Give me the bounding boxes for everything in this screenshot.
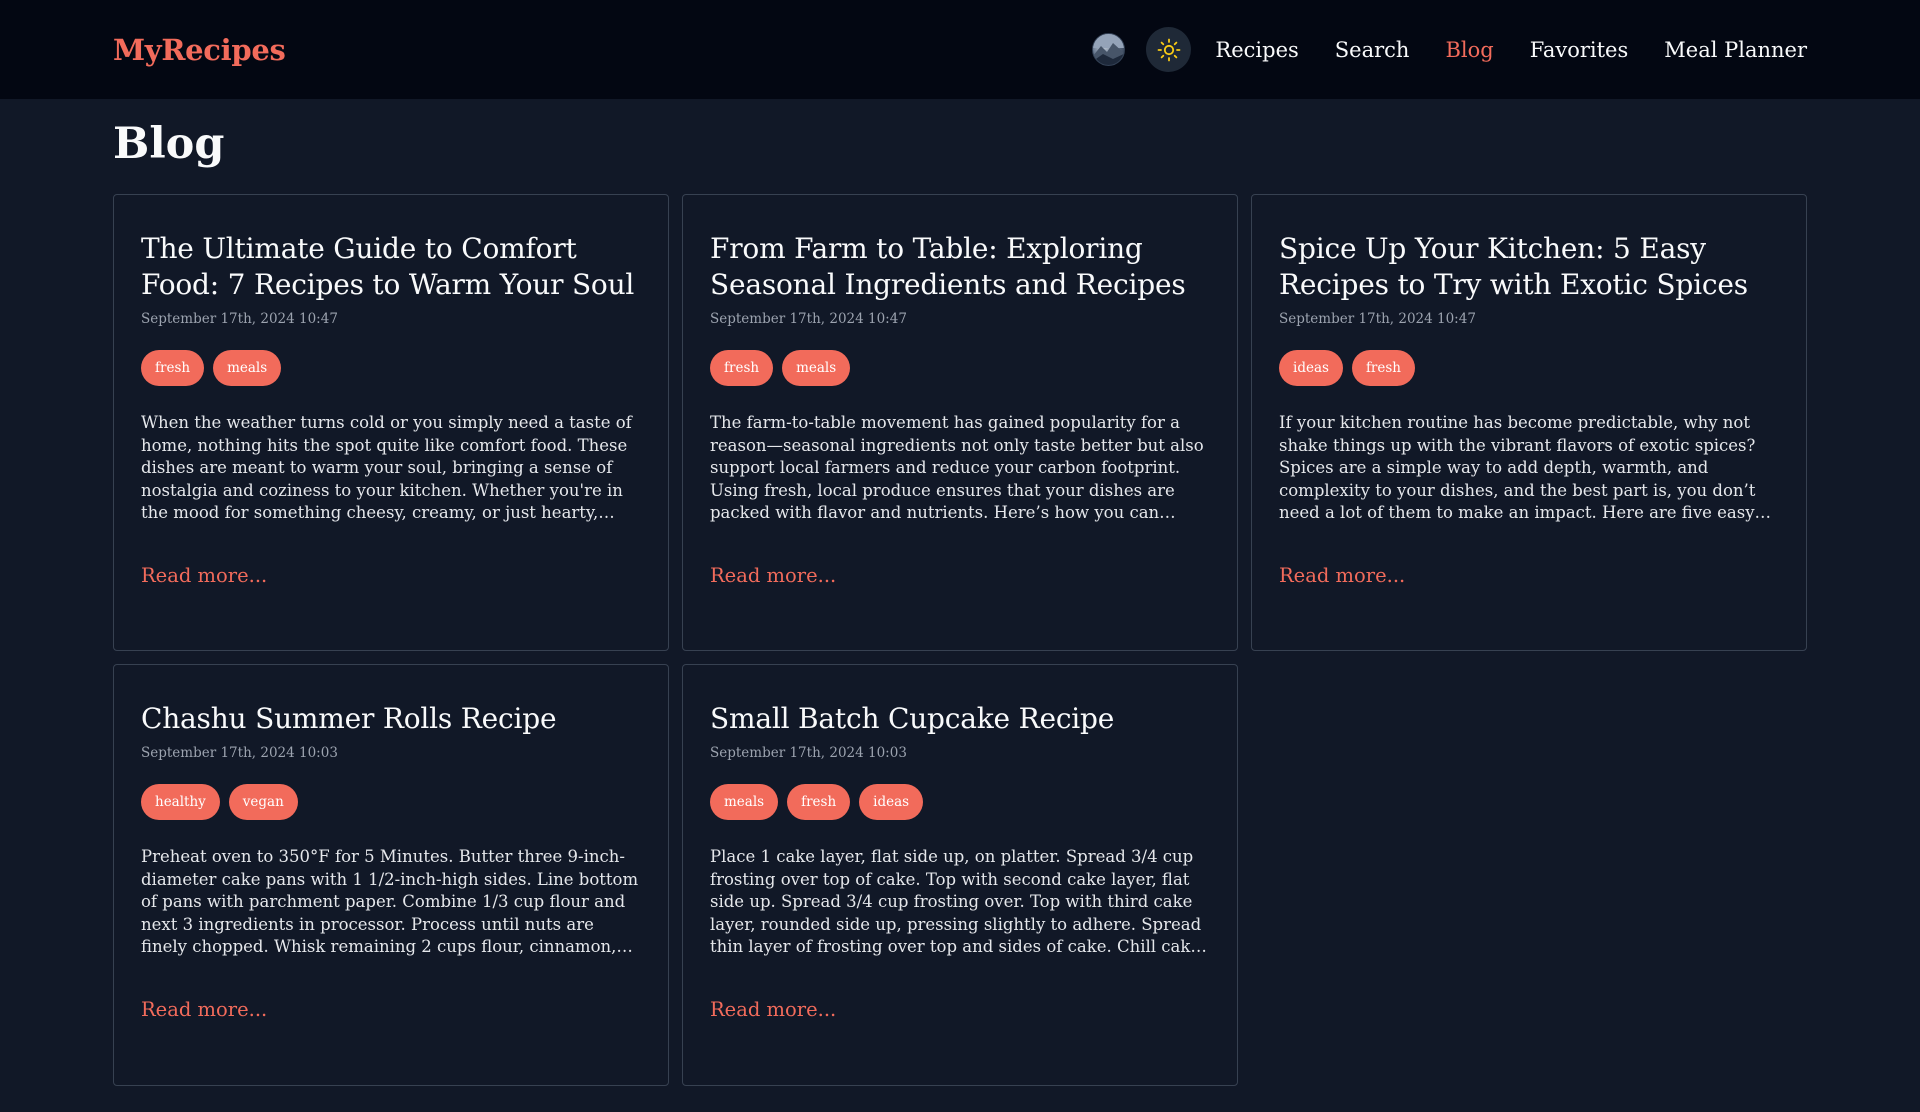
top-navbar: MyRecipes Recipes Search Blog Favorites … — [0, 0, 1920, 99]
read-more-link[interactable]: Read more... — [710, 564, 836, 587]
tag-badge[interactable]: fresh — [141, 350, 205, 386]
tag-badge[interactable]: ideas — [859, 784, 924, 820]
page-title: Blog — [113, 119, 225, 169]
post-tags: fresh meals — [710, 350, 1210, 386]
post-title[interactable]: Spice Up Your Kitchen: 5 Easy Recipes to… — [1279, 231, 1779, 303]
blog-card: From Farm to Table: Exploring Seasonal I… — [682, 194, 1238, 651]
post-excerpt: If your kitchen routine has become predi… — [1279, 413, 1756, 522]
blog-card: Small Batch Cupcake Recipe September 17t… — [682, 664, 1238, 1086]
blog-card: The Ultimate Guide to Comfort Food: 7 Re… — [113, 194, 669, 651]
tag-badge[interactable]: ideas — [1279, 350, 1343, 386]
tag-badge[interactable]: healthy — [141, 784, 220, 820]
theme-toggle-button[interactable] — [1146, 27, 1192, 72]
sun-icon — [1157, 38, 1181, 61]
post-tags: meals fresh ideas — [710, 784, 1210, 820]
tag-badge[interactable]: fresh — [787, 784, 851, 820]
post-date: September 17th, 2024 10:47 — [141, 311, 338, 327]
post-date: September 17th, 2024 10:03 — [710, 745, 907, 761]
blog-card: Spice Up Your Kitchen: 5 Easy Recipes to… — [1251, 194, 1807, 651]
post-excerpt: When the weather turns cold or you simpl… — [141, 413, 632, 522]
post-excerpt: Place 1 cake layer, flat side up, on pla… — [710, 847, 1202, 956]
tag-badge[interactable]: meals — [710, 784, 779, 820]
nav-link-meal-planner[interactable]: Meal Planner — [1664, 38, 1807, 62]
nav-link-search[interactable]: Search — [1335, 38, 1410, 62]
nav-link-favorites[interactable]: Favorites — [1530, 38, 1629, 62]
post-tags: fresh meals — [141, 350, 641, 386]
post-excerpt: The farm-to-table movement has gained po… — [710, 413, 1204, 522]
nav-menu: Recipes Search Blog Favorites Meal Plann… — [1092, 27, 1807, 72]
tag-badge[interactable]: meals — [213, 350, 282, 386]
read-more-link[interactable]: Read more... — [710, 998, 836, 1021]
post-title[interactable]: The Ultimate Guide to Comfort Food: 7 Re… — [141, 231, 641, 303]
post-tags: ideas fresh — [1279, 350, 1779, 386]
post-date: September 17th, 2024 10:47 — [710, 311, 907, 327]
blog-card: Chashu Summer Rolls Recipe September 17t… — [113, 664, 669, 1086]
post-title[interactable]: Small Batch Cupcake Recipe — [710, 701, 1210, 737]
post-date: September 17th, 2024 10:47 — [1279, 311, 1476, 327]
brand-logo[interactable]: MyRecipes — [113, 33, 286, 67]
read-more-link[interactable]: Read more... — [141, 998, 267, 1021]
avatar-image — [1093, 34, 1125, 65]
read-more-link[interactable]: Read more... — [141, 564, 267, 587]
tag-badge[interactable]: fresh — [1351, 350, 1415, 386]
post-date: September 17th, 2024 10:03 — [141, 745, 338, 761]
post-title[interactable]: Chashu Summer Rolls Recipe — [141, 701, 641, 737]
read-more-link[interactable]: Read more... — [1279, 564, 1405, 587]
nav-link-recipes[interactable]: Recipes — [1215, 38, 1298, 62]
nav-link-blog[interactable]: Blog — [1445, 38, 1493, 62]
post-excerpt: Preheat oven to 350°F for 5 Minutes. But… — [141, 847, 639, 956]
post-tags: healthy vegan — [141, 784, 641, 820]
tag-badge[interactable]: vegan — [228, 784, 298, 820]
user-avatar[interactable] — [1092, 33, 1126, 66]
tag-badge[interactable]: meals — [782, 350, 851, 386]
tag-badge[interactable]: fresh — [710, 350, 774, 386]
post-title[interactable]: From Farm to Table: Exploring Seasonal I… — [710, 231, 1210, 303]
